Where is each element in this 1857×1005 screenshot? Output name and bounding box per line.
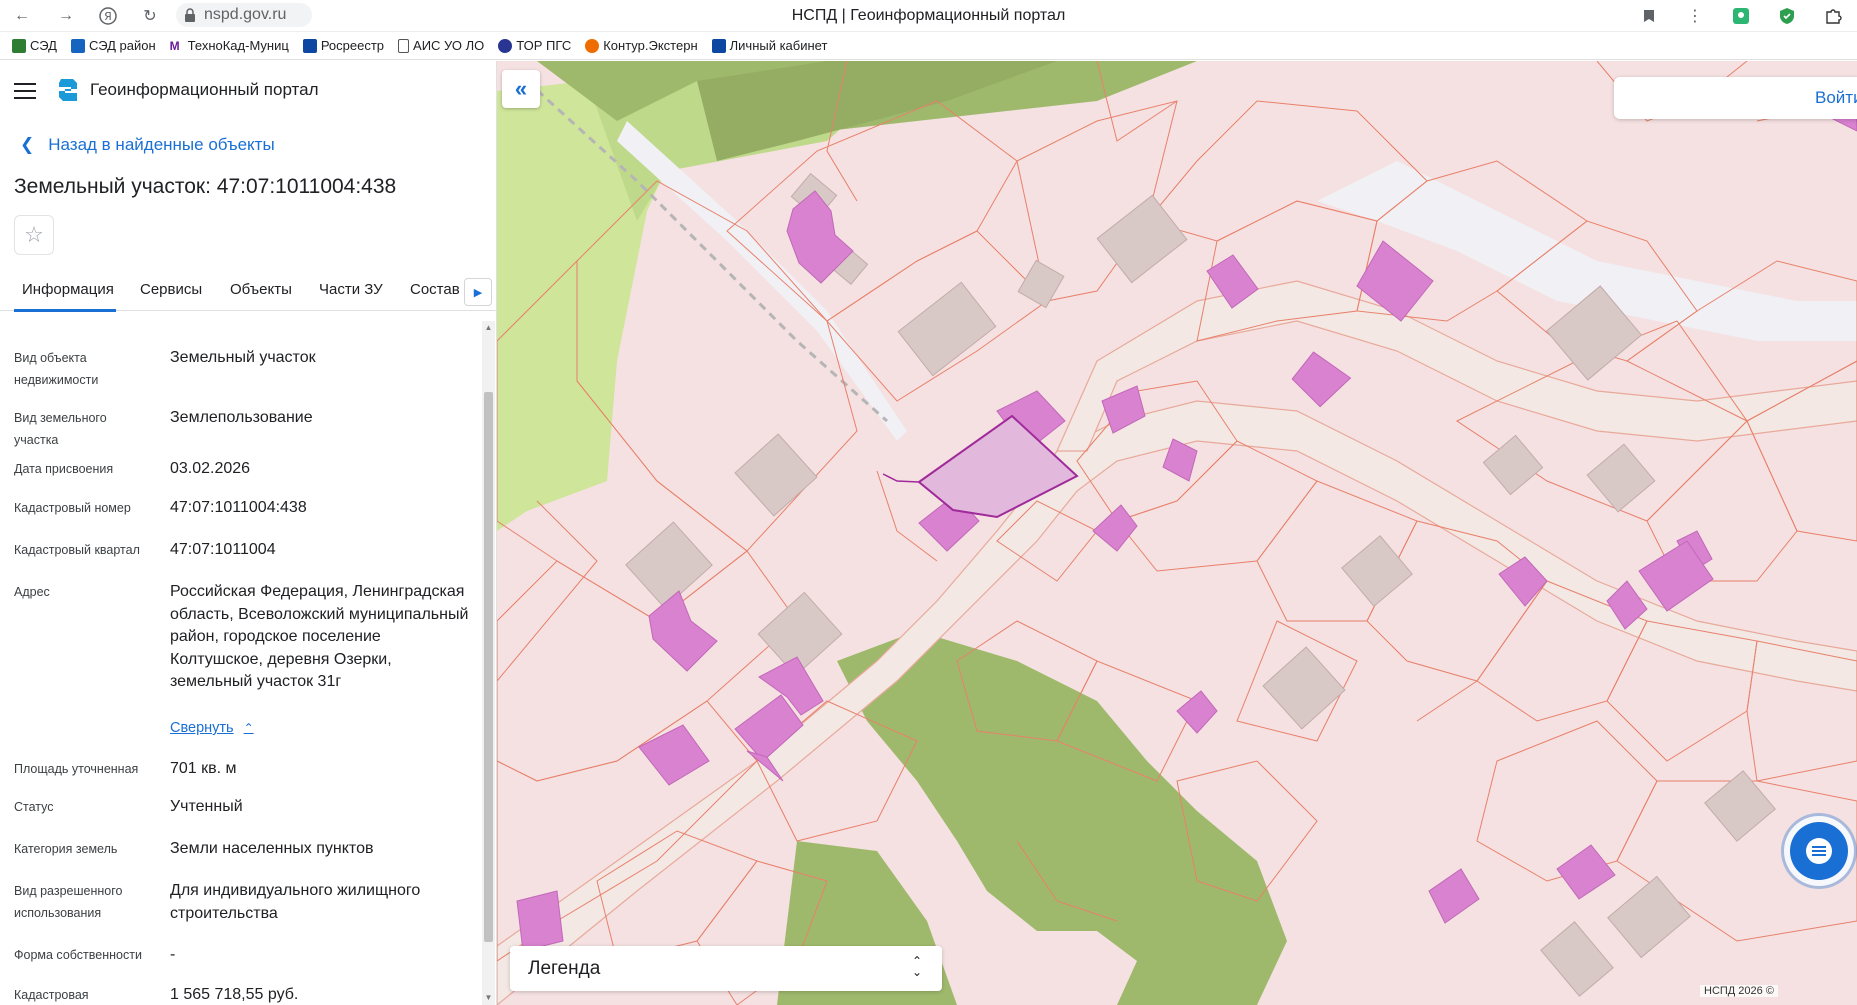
toolbar-right: ⋮ bbox=[1639, 4, 1857, 28]
panel-scrollbar[interactable]: ▲ ▼ bbox=[482, 321, 495, 1005]
chat-support-button[interactable] bbox=[1790, 822, 1848, 880]
bookmark-favicon-icon bbox=[302, 38, 317, 53]
extension-puzzle-icon[interactable] bbox=[1823, 6, 1843, 26]
legend-label: Легенда bbox=[528, 958, 601, 979]
tab-parts[interactable]: Части ЗУ bbox=[319, 281, 383, 298]
object-title: Земельный участок: 47:07:1011004:438 bbox=[14, 175, 397, 198]
scroll-down-arrow-icon[interactable]: ▼ bbox=[484, 993, 493, 1003]
back-link-label: Назад в найденные объекты bbox=[48, 135, 275, 154]
favorite-star-icon[interactable]: ☆ bbox=[14, 215, 54, 255]
address-bar[interactable]: nspd.gov.ru bbox=[176, 3, 312, 27]
login-button[interactable]: Войти bbox=[1614, 77, 1857, 119]
bookmark-favicon-icon bbox=[70, 38, 85, 53]
bookmark-item[interactable]: СЭД bbox=[12, 38, 57, 53]
back-to-results-link[interactable]: ❮ Назад в найденные объекты bbox=[20, 135, 275, 155]
chat-bubble-icon bbox=[1806, 838, 1832, 864]
portal-logo-icon bbox=[59, 79, 77, 101]
yandex-icon[interactable]: Я bbox=[98, 6, 118, 26]
svg-text:Я: Я bbox=[104, 10, 112, 23]
tab-info[interactable]: Информация bbox=[22, 281, 114, 298]
bookmark-item[interactable]: M ТехноКад-Муниц bbox=[169, 38, 289, 53]
extension-map-icon[interactable] bbox=[1731, 6, 1751, 26]
bookmark-favicon-icon bbox=[711, 38, 726, 53]
lock-icon bbox=[185, 8, 195, 22]
extension-shield-icon[interactable] bbox=[1777, 6, 1797, 26]
bookmark-favicon-icon bbox=[12, 38, 26, 53]
bookmark-favicon-icon bbox=[585, 38, 600, 53]
back-arrow-icon[interactable]: ← bbox=[12, 6, 32, 26]
browser-toolbar: ← → Я ↻ nspd.gov.ru НСПД | Геоинформацио… bbox=[0, 0, 1857, 32]
tab-services[interactable]: Сервисы bbox=[140, 281, 202, 298]
chevron-left-icon: ❮ bbox=[20, 135, 35, 154]
bookmark-item[interactable]: Росреестр bbox=[302, 38, 384, 53]
cadastral-map[interactable] bbox=[497, 61, 1857, 1005]
active-tab-indicator bbox=[14, 309, 116, 312]
scrollbar-thumb[interactable] bbox=[484, 392, 493, 942]
chevron-updown-icon: ⌃ ⌄ bbox=[911, 954, 922, 979]
scroll-up-arrow-icon[interactable]: ▲ bbox=[484, 323, 493, 333]
chevron-up-icon: ⌃ bbox=[243, 721, 254, 735]
tabs-next-arrow-icon[interactable]: ▶ bbox=[464, 278, 492, 306]
bookmark-item[interactable]: Личный кабинет bbox=[711, 38, 827, 53]
bookmark-icon[interactable] bbox=[1639, 6, 1659, 26]
map-copyright: НСПД 2026 © bbox=[1700, 985, 1778, 997]
app-title: Геоинформационный портал bbox=[90, 80, 319, 99]
forward-arrow-icon[interactable]: → bbox=[56, 6, 76, 26]
bookmark-item[interactable]: АИС УО ЛО bbox=[398, 38, 484, 53]
bookmark-item[interactable]: Контур.Экстерн bbox=[585, 38, 698, 53]
url-text: nspd.gov.ru bbox=[204, 6, 287, 23]
tab-composition[interactable]: Состав bbox=[410, 281, 460, 298]
bookmark-item[interactable]: ТОР ПГС bbox=[498, 38, 571, 53]
legend-dropdown[interactable]: Легенда ⌃ ⌄ bbox=[510, 946, 942, 991]
more-vertical-icon[interactable]: ⋮ bbox=[1685, 6, 1705, 26]
page-icon bbox=[398, 38, 410, 53]
bookmark-item[interactable]: СЭД район bbox=[70, 38, 156, 53]
bookmark-favicon-icon bbox=[498, 38, 513, 53]
tab-bar: Информация Сервисы Объекты Части ЗУ Сост… bbox=[0, 273, 496, 312]
object-info-panel: Геоинформационный портал ❮ Назад в найде… bbox=[0, 61, 497, 1005]
map-canvas[interactable]: 29 bbox=[497, 61, 1857, 1005]
tab-objects[interactable]: Объекты bbox=[230, 281, 292, 298]
collapse-address-link[interactable]: Свернуть ⌃ bbox=[170, 720, 254, 736]
menu-icon[interactable] bbox=[14, 83, 36, 99]
bookmarks-bar: СЭД СЭД район M ТехноКад-Муниц Росреестр … bbox=[0, 32, 1857, 60]
bookmark-favicon-icon: M bbox=[169, 38, 184, 53]
reload-icon[interactable]: ↻ bbox=[140, 6, 160, 26]
collapse-panel-icon[interactable]: « bbox=[502, 70, 540, 108]
